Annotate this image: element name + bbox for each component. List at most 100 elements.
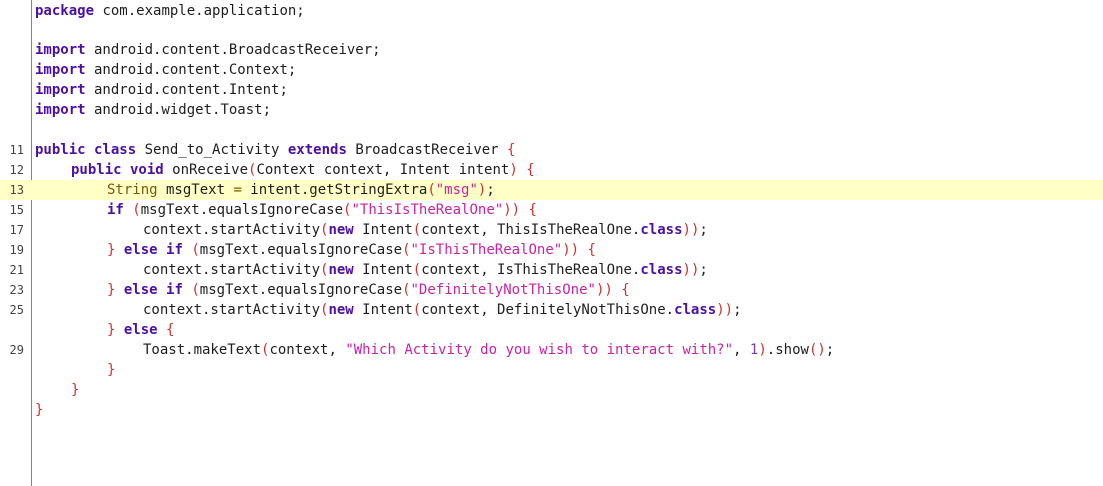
- code-token: =: [233, 182, 242, 198]
- code-line[interactable]: }: [0, 360, 1103, 380]
- code-token: (: [412, 302, 422, 318]
- code-line[interactable]: 17 context.startActivity(new Intent(conte…: [0, 220, 1103, 240]
- code-text: }: [71, 380, 79, 400]
- code-token: )): [503, 202, 521, 218]
- code-text: } else if (msgText.equalsIgnoreCase("Def…: [107, 280, 630, 300]
- code-text: package com.example.application;: [35, 1, 305, 21]
- code-token: else if: [123, 242, 183, 258]
- code-token: msgText.equalsIgnoreCase: [199, 282, 403, 298]
- code-line-highlighted[interactable]: 13 String msgText = intent.getStringExtra…: [0, 180, 1103, 200]
- code-token: (: [412, 262, 422, 278]
- code-line[interactable]: }: [0, 400, 1103, 420]
- code-token: import: [35, 42, 86, 58]
- code-line[interactable]: package com.example.application;: [0, 1, 1103, 21]
- code-line[interactable]: import android.content.Intent;: [0, 80, 1103, 100]
- code-token: ): [509, 162, 518, 178]
- code-line[interactable]: 25 context.startActivity(new Intent(conte…: [0, 300, 1103, 320]
- code-token: "Which Activity do you wish to interact …: [345, 342, 734, 358]
- code-token: Intent: [353, 262, 413, 278]
- code-token: else: [123, 322, 158, 338]
- line-number: 17: [9, 223, 24, 237]
- line-number: 25: [9, 303, 24, 317]
- code-token: (: [191, 242, 200, 258]
- code-token: import: [35, 82, 86, 98]
- code-text: } else if (msgText.equalsIgnoreCase("IsT…: [107, 240, 596, 260]
- code-line[interactable]: 19 } else if (msgText.equalsIgnoreCase("I…: [0, 240, 1103, 260]
- code-token: intent.getStringExtra: [241, 182, 428, 198]
- code-token: ;: [733, 302, 742, 318]
- code-text: import android.widget.Toast;: [35, 100, 271, 120]
- code-token: onReceive: [163, 162, 249, 178]
- code-token: context.startActivity: [143, 222, 321, 238]
- code-token: msgText: [157, 182, 234, 198]
- code-token: if: [107, 202, 124, 218]
- code-token: (: [427, 182, 436, 198]
- code-token: else if: [123, 282, 183, 298]
- code-token: (: [191, 282, 200, 298]
- code-text: String msgText = intent.getStringExtra("…: [107, 180, 495, 200]
- code-token: context,: [269, 342, 346, 358]
- code-line[interactable]: 15 if (msgText.equalsIgnoreCase("ThisIsTh…: [0, 200, 1103, 220]
- code-text: }: [35, 400, 43, 420]
- code-line[interactable]: } else {: [0, 320, 1103, 340]
- code-token: com.example.application;: [94, 3, 305, 19]
- code-token: extends: [287, 142, 347, 158]
- code-token: (: [412, 222, 422, 238]
- code-token: context, DefinitelyNotThisOne.: [421, 302, 675, 318]
- code-line[interactable]: 21 context.startActivity(new Intent(conte…: [0, 260, 1103, 280]
- code-token: public class: [35, 142, 137, 158]
- code-token: )): [682, 222, 700, 238]
- code-token: Context context, Intent intent: [256, 162, 510, 178]
- code-token: context, IsThisTheRealOne.: [421, 262, 641, 278]
- code-text: public void onReceive(Context context, I…: [71, 160, 535, 180]
- code-token: ,: [733, 342, 750, 358]
- code-token: context, ThisIsTheRealOne.: [421, 222, 641, 238]
- code-token: "DefinitelyNotThisOne": [410, 282, 596, 298]
- code-token: Toast.makeText: [143, 342, 262, 358]
- code-token: class: [640, 222, 683, 238]
- code-line[interactable]: import android.widget.Toast;: [0, 100, 1103, 120]
- line-number: 15: [9, 203, 24, 217]
- code-token: context.startActivity: [143, 262, 321, 278]
- code-token: package: [35, 3, 95, 19]
- code-line[interactable]: 23 } else if (msgText.equalsIgnoreCase("D…: [0, 280, 1103, 300]
- code-token: new: [328, 302, 354, 318]
- code-line[interactable]: import android.content.Context;: [0, 60, 1103, 80]
- code-line[interactable]: import android.content.BroadcastReceiver…: [0, 40, 1103, 60]
- code-token: BroadcastReceiver: [346, 142, 508, 158]
- code-token: new: [328, 222, 354, 238]
- code-token: ;: [486, 182, 495, 198]
- code-token: ): [758, 342, 767, 358]
- code-text: Toast.makeText(context, "Which Activity …: [143, 340, 834, 360]
- code-text: context.startActivity(new Intent(context…: [143, 260, 708, 280]
- code-token: "ThisIsTheRealOne": [351, 202, 504, 218]
- code-token: class: [640, 262, 683, 278]
- line-number: 19: [9, 243, 24, 257]
- code-line[interactable]: 11 public class Send_to_Activity extends …: [0, 140, 1103, 160]
- code-token: new: [328, 262, 354, 278]
- code-token: }: [107, 362, 116, 378]
- code-token: )): [562, 242, 580, 258]
- code-token: Intent: [353, 302, 413, 318]
- code-token: class: [674, 302, 717, 318]
- code-text: }: [107, 360, 115, 380]
- code-line[interactable]: 12 public void onReceive(Context context,…: [0, 160, 1103, 180]
- code-token: {: [528, 202, 537, 218]
- code-line[interactable]: 29 Toast.makeText(context, "Which Activit…: [0, 340, 1103, 360]
- code-token: android.widget.Toast;: [85, 102, 272, 118]
- code-text: if (msgText.equalsIgnoreCase("ThisIsTheR…: [107, 200, 537, 220]
- line-number: 13: [9, 183, 24, 197]
- line-number: 12: [9, 163, 24, 177]
- code-editor[interactable]: package com.example.application; import a…: [0, 0, 1103, 486]
- line-number: 23: [9, 283, 24, 297]
- code-line[interactable]: }: [0, 380, 1103, 400]
- code-token: msgText.equalsIgnoreCase: [199, 242, 403, 258]
- code-token: {: [621, 282, 630, 298]
- code-token: (: [402, 242, 411, 258]
